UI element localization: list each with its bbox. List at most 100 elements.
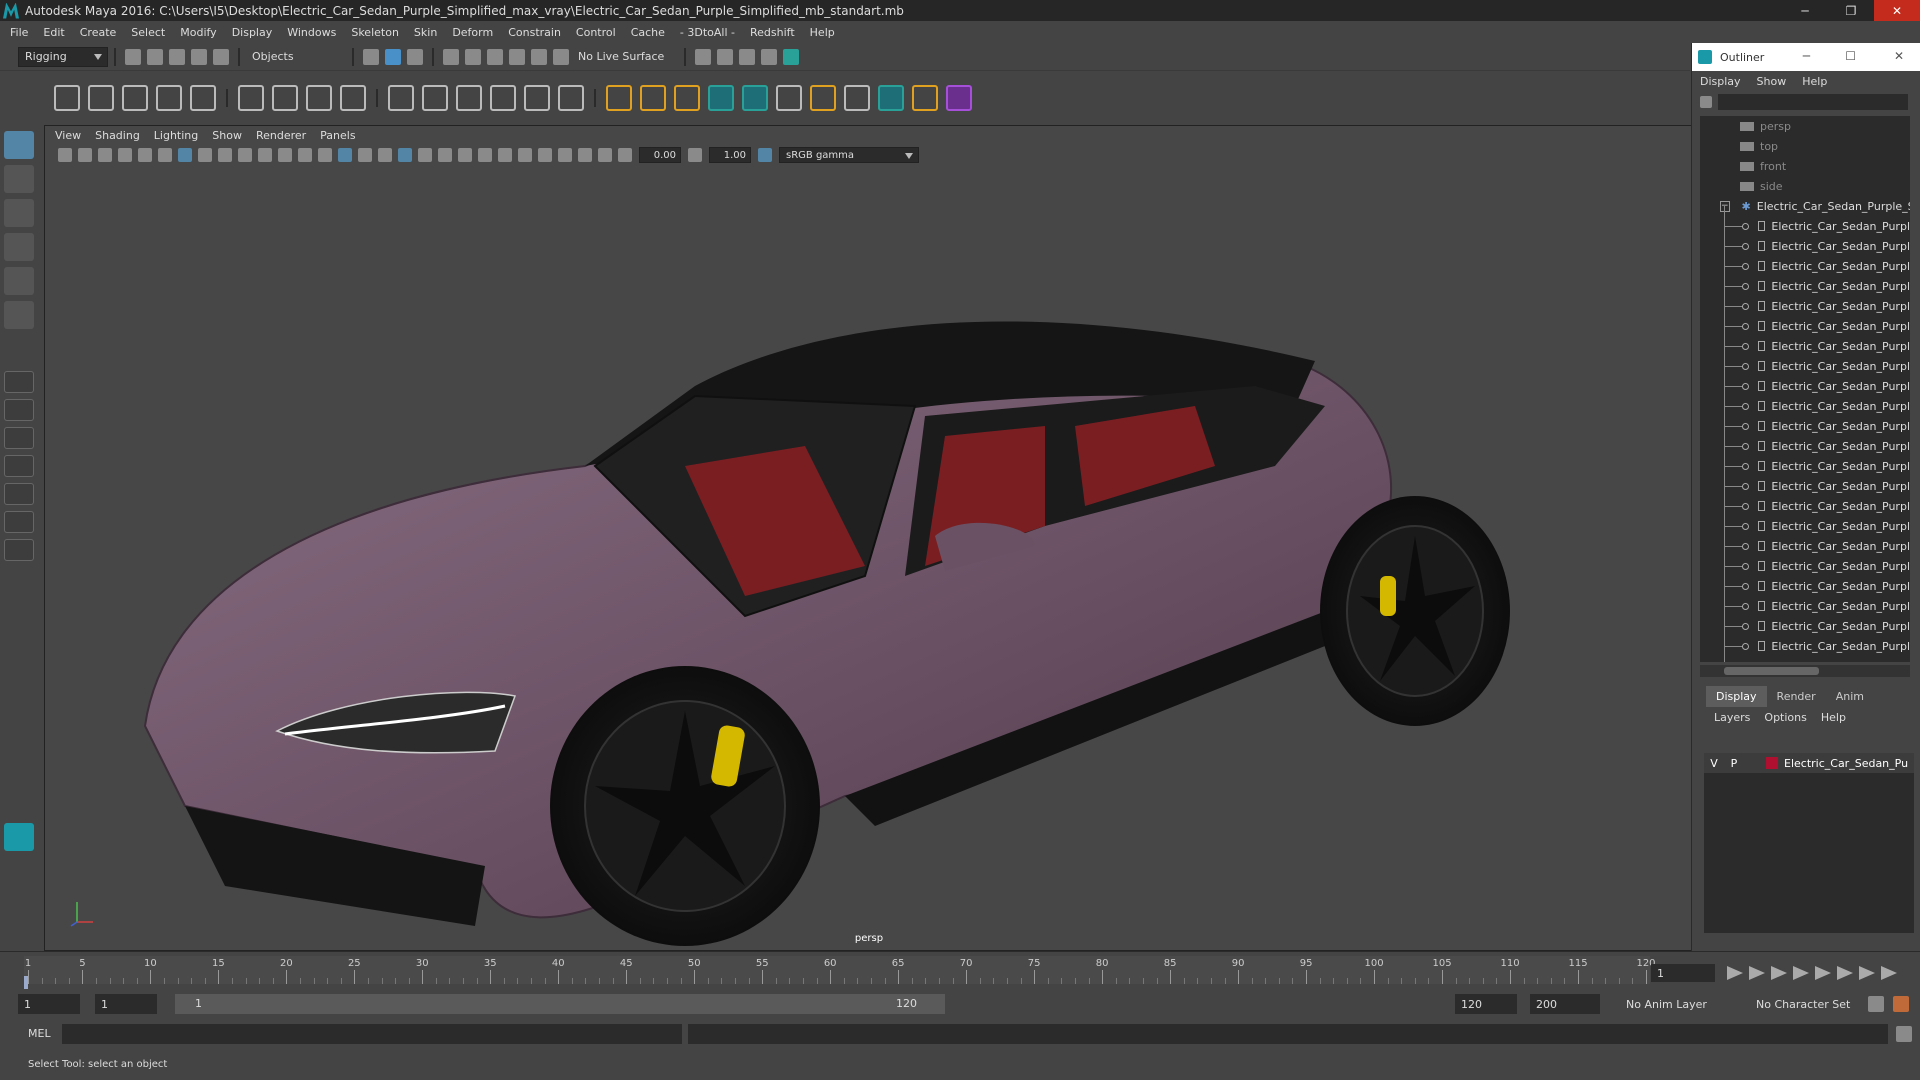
open-scene-icon[interactable] [147,48,163,65]
anim-start-field[interactable]: 1 [18,994,80,1014]
orient-constraint-icon[interactable] [674,85,700,111]
scale-tool-icon[interactable] [4,301,34,329]
xray-components-icon[interactable] [598,148,612,162]
auto-key-icon[interactable] [1868,996,1884,1012]
2d-pan-zoom-icon[interactable] [138,148,152,162]
outliner-item-mesh[interactable]: Electric_Car_Sedan_Purpl [1700,576,1910,596]
paint-select-tool-icon[interactable] [4,199,34,227]
snap-view-icon[interactable] [509,48,525,65]
close-button[interactable]: ✕ [1874,0,1920,21]
vp-menu-panels[interactable]: Panels [320,129,355,142]
script-editor-icon[interactable] [1896,1026,1912,1042]
gate-mask-icon[interactable] [238,148,252,162]
layer-visibility-toggle[interactable]: V [1704,757,1724,770]
outliner-item-mesh[interactable]: Electric_Car_Sedan_Purpl [1700,396,1910,416]
undo-icon[interactable] [191,48,207,65]
snap-grid-icon[interactable] [443,48,459,65]
cluster-icon[interactable] [272,85,298,111]
menu-modify[interactable]: Modify [180,26,216,39]
outliner-minimize-button[interactable]: ─ [1803,49,1810,63]
outliner-item-mesh[interactable]: Electric_Car_Sedan_Purpl [1700,236,1910,256]
outliner-item-mesh[interactable]: Electric_Car_Sedan_Purpl [1700,296,1910,316]
orient-joint-icon[interactable] [190,85,216,111]
outliner-menu-show[interactable]: Show [1757,75,1787,88]
image-plane-icon[interactable] [118,148,132,162]
detach-skin-icon[interactable] [490,85,516,111]
select-hierarchy-icon[interactable] [363,48,379,65]
exposure-field[interactable]: 0.00 [639,147,681,163]
range-slider[interactable]: 1 120 [175,994,945,1014]
display-layer-row[interactable]: V P Electric_Car_Sedan_Pu [1704,753,1914,773]
grease-pencil-icon[interactable] [158,148,172,162]
outliner-item-mesh[interactable]: Electric_Car_Sedan_Purpl [1700,476,1910,496]
car-model[interactable] [143,321,1510,946]
outliner-item-mesh[interactable]: Electric_Car_Sedan_Purpl [1700,496,1910,516]
menu-skeleton[interactable]: Skeleton [351,26,399,39]
ik-handle-icon[interactable] [88,85,114,111]
minimize-button[interactable]: ─ [1782,0,1828,21]
step-forward-frame-icon[interactable] [1837,966,1853,980]
safe-action-icon[interactable] [278,148,292,162]
snap-point-icon[interactable] [487,48,503,65]
outliner-item-top[interactable]: top [1700,136,1910,156]
new-scene-icon[interactable] [125,48,141,65]
move-tool-icon[interactable] [4,233,34,261]
current-frame-field[interactable]: 1 [1651,964,1715,982]
vp-menu-view[interactable]: View [55,129,81,142]
maya-plugin-icon[interactable] [708,85,734,111]
hik-icon[interactable] [844,85,870,111]
menu-select[interactable]: Select [131,26,165,39]
camera-select-icon[interactable] [58,148,72,162]
outliner-item-mesh[interactable]: Electric_Car_Sedan_Purpl [1700,616,1910,636]
persp-graph-layout-icon[interactable] [4,483,34,505]
go-to-start-icon[interactable] [1727,966,1743,980]
bookmark-icon[interactable] [98,148,112,162]
rigid-bind-icon[interactable] [422,85,448,111]
outliner-item-mesh[interactable]: Electric_Car_Sedan_Purpl [1700,516,1910,536]
character-set-dropdown[interactable]: No Character Set [1750,994,1870,1014]
layer-menu-options[interactable]: Options [1764,711,1806,724]
hypershade-icon[interactable] [783,48,800,65]
color-management-icon[interactable] [758,148,772,162]
step-back-key-icon[interactable] [1749,966,1765,980]
use-default-material-icon[interactable] [358,148,372,162]
outliner-item-mesh[interactable]: Electric_Car_Sedan_Purpl [1700,416,1910,436]
color-space-dropdown[interactable]: sRGB gamma [779,147,919,163]
bind-skin-icon[interactable] [388,85,414,111]
menu-display[interactable]: Display [232,26,273,39]
xray-joints-icon[interactable] [578,148,592,162]
wrap-icon[interactable] [306,85,332,111]
select-tool-icon[interactable] [4,131,34,159]
menu-constrain[interactable]: Constrain [508,26,561,39]
layer-color-swatch[interactable] [1766,757,1778,769]
hypershade-layout-icon[interactable] [4,511,34,533]
tab-display[interactable]: Display [1706,686,1767,707]
gamma-icon[interactable] [688,148,702,162]
command-input[interactable] [62,1024,682,1044]
outliner-item-mesh[interactable]: Electric_Car_Sedan_Purpl [1700,256,1910,276]
layer-playback-toggle[interactable]: P [1724,757,1744,770]
outliner-list[interactable]: persp top front side −✱Electric_Car_Seda… [1700,116,1910,662]
point-constraint-icon[interactable] [606,85,632,111]
shader-icon[interactable] [912,85,938,111]
render-settings-icon[interactable] [761,48,778,65]
outliner-maximize-button[interactable]: ☐ [1845,49,1856,63]
sculpt-icon[interactable] [340,85,366,111]
vp-menu-renderer[interactable]: Renderer [256,129,306,142]
outliner-item-mesh[interactable]: Electric_Car_Sedan_Purpl [1700,636,1910,656]
maya-plugin-3-icon[interactable] [878,85,904,111]
outliner-close-button[interactable]: ✕ [1894,49,1904,63]
outliner-item-mesh[interactable]: Electric_Car_Sedan_Purpl [1700,436,1910,456]
persp-outliner-layout-icon[interactable] [4,455,34,477]
influence-icon[interactable] [524,85,550,111]
filter-icon[interactable] [1700,96,1712,108]
outliner-item-mesh[interactable]: Electric_Car_Sedan_Purpl [1700,556,1910,576]
menuset-dropdown[interactable]: Rigging [18,46,108,67]
lattice-icon[interactable] [238,85,264,111]
safe-title-icon[interactable] [298,148,312,162]
outliner-horizontal-scrollbar[interactable] [1700,665,1910,677]
step-forward-key-icon[interactable] [1859,966,1875,980]
depth-of-field-icon[interactable] [518,148,532,162]
single-view-layout-icon[interactable] [4,371,34,393]
outliner-item-mesh[interactable]: Electric_Car_Sedan_Purpl [1700,216,1910,236]
